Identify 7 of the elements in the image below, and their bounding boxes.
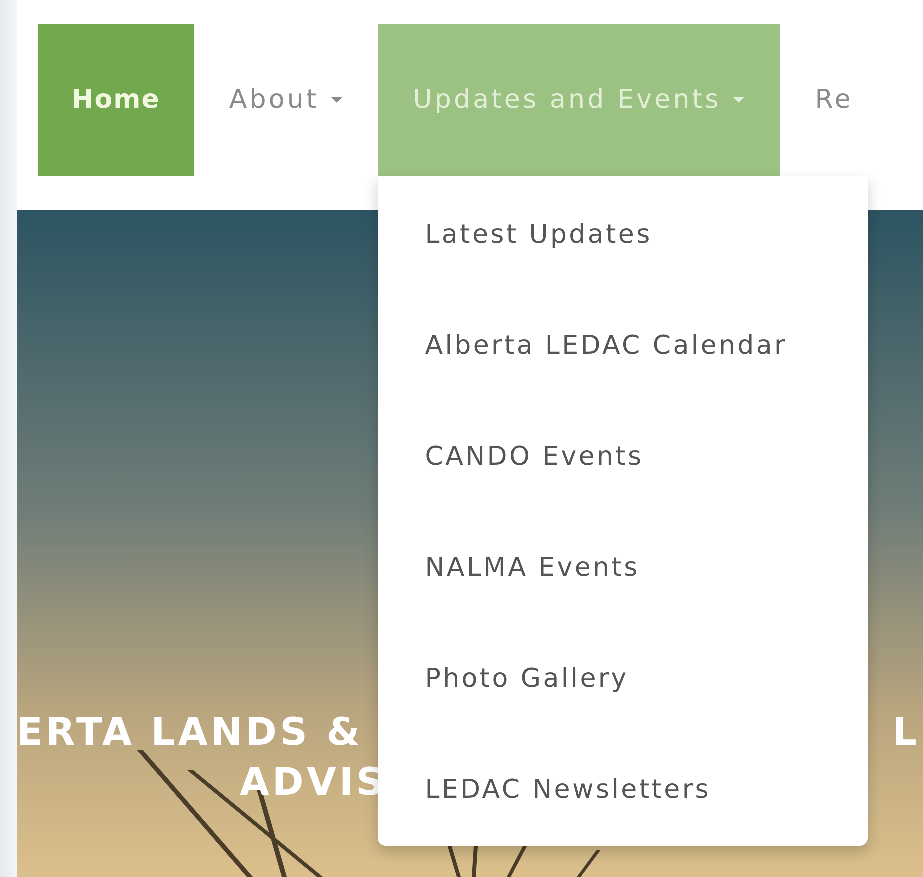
hero-title: ERTA LANDS & xyxy=(17,710,363,754)
hero-title: L xyxy=(892,710,920,754)
menu-item[interactable]: NALMA Events xyxy=(378,513,868,624)
menu-item[interactable]: CANDO Events xyxy=(378,402,868,513)
menu-item[interactable]: Alberta LEDAC Calendar xyxy=(378,291,868,402)
menu-item[interactable]: Photo Gallery xyxy=(378,624,868,735)
menu-item[interactable]: Latest Updates xyxy=(378,180,868,291)
